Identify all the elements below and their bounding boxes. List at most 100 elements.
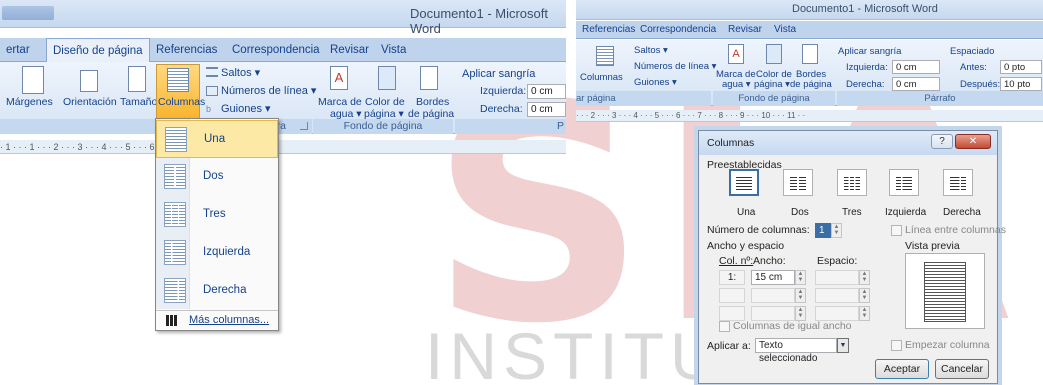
preset-derecha-icon	[950, 175, 966, 190]
derecha-columns-icon	[164, 278, 186, 303]
group-fondo-label: Fondo de página	[313, 119, 453, 134]
empezar-columna-checkbox[interactable]	[891, 340, 902, 351]
mas-columnas-label: Más columnas...	[189, 314, 270, 326]
ancho-espacio-label: Ancho y espacio	[707, 240, 785, 252]
right-aplicar-sangria-label: Aplicar sangría	[838, 46, 902, 57]
marca-agua-icon[interactable]: A	[330, 66, 348, 90]
num-columnas-spinner[interactable]: ▲ ▼	[831, 223, 842, 238]
color-pagina-button[interactable]: Color de	[365, 96, 405, 108]
columnas-dropdown: Una Dos Tres Izquierda Derecha Más colum…	[155, 118, 279, 331]
right-despues-input[interactable]: 10 pto	[1000, 77, 1042, 91]
linea-entre-checkbox[interactable]	[891, 225, 902, 236]
dropdown-item-una[interactable]: Una	[156, 120, 278, 158]
ancho-spinner-1[interactable]: ▲ ▼	[795, 270, 806, 285]
orientacion-icon[interactable]	[80, 70, 98, 92]
tamano-icon[interactable]	[128, 66, 146, 92]
color-pagina-icon[interactable]	[378, 66, 396, 90]
numeros-linea-button[interactable]: Números de línea ▾	[221, 84, 316, 97]
dropdown-item-dos[interactable]: Dos	[156, 158, 278, 196]
preset-una[interactable]	[729, 169, 759, 196]
dropdown-item-derecha[interactable]: Derecha	[156, 272, 278, 310]
preset-dos-label: Dos	[791, 207, 809, 218]
right-izquierda-label: Izquierda:	[846, 62, 888, 73]
bordes-pagina-button[interactable]: Bordes	[416, 96, 449, 108]
preset-izquierda[interactable]	[889, 169, 919, 196]
right-saltos-button[interactable]: Saltos ▾	[634, 45, 668, 56]
tab-vista[interactable]: Vista	[375, 38, 412, 62]
tab-insertar[interactable]: ertar	[0, 38, 36, 62]
margenes-icon[interactable]	[22, 66, 44, 94]
preset-tres[interactable]	[837, 169, 867, 196]
ancho-input-1[interactable]: 15 cm	[751, 270, 795, 285]
saltos-button[interactable]: Saltos ▾	[221, 66, 260, 79]
right-title-bar: Documento1 - Microsoft Word	[576, 0, 1043, 20]
right-tab-referencias[interactable]: Referencias	[576, 21, 641, 39]
dropdown-item-tres-label: Tres	[203, 208, 226, 220]
tab-correspondencia[interactable]: Correspondencia	[226, 38, 326, 62]
tamano-button[interactable]: Tamaño	[120, 96, 157, 108]
guiones-button[interactable]: Guiones ▾	[221, 102, 271, 115]
marca-agua-button[interactable]: Marca de	[318, 96, 362, 108]
tab-referencias[interactable]: Referencias	[150, 38, 223, 62]
right-espaciado-label: Espaciado	[950, 46, 995, 57]
right-tab-correspondencia[interactable]: Correspondencia	[634, 21, 722, 39]
numeros-linea-icon	[206, 86, 218, 96]
right-bordes-icon[interactable]	[802, 44, 818, 64]
right-columnas-icon[interactable]	[596, 46, 614, 66]
columnas-dialog: Columnas ? ✕ Preestablecidas Una Dos Tre…	[698, 130, 1006, 384]
dialog-launcher-icon[interactable]	[300, 122, 308, 130]
left-ribbon: Márgenes Orientación Tamaño Columnas Sal…	[0, 62, 566, 134]
right-sangria-derecha-input[interactable]: 0 cm	[892, 77, 940, 91]
right-marca-agua-button-2: agua ▾	[722, 79, 751, 90]
espacio-spinner-2: ▲ ▼	[859, 288, 870, 303]
right-tab-revisar[interactable]: Revisar	[722, 21, 768, 39]
saltos-icon	[206, 67, 218, 77]
dropdown-item-derecha-label: Derecha	[203, 284, 247, 296]
tab-diseno-pagina[interactable]: Diseño de página	[46, 38, 150, 63]
bordes-pagina-icon[interactable]	[420, 66, 438, 90]
right-sangria-izquierda-input[interactable]: 0 cm	[892, 60, 940, 74]
left-window-title: Documento1 - Microsoft Word	[410, 6, 548, 36]
right-bordes-button-2: de página	[790, 79, 832, 90]
num-columnas-input[interactable]: 1	[815, 223, 831, 238]
vista-previa-pane	[905, 253, 985, 329]
dropdown-item-dos-label: Dos	[203, 170, 224, 182]
right-columnas-button[interactable]: Columnas	[580, 72, 623, 83]
tab-revisar[interactable]: Revisar	[324, 38, 375, 62]
espacio-input-3	[815, 306, 859, 321]
col-header: Col. nº:	[719, 255, 754, 267]
close-icon: ✕	[968, 136, 978, 147]
preset-tres-label: Tres	[842, 207, 862, 218]
izquierda-columns-icon	[164, 240, 186, 265]
quick-access-toolbar-icon[interactable]	[2, 6, 54, 20]
margenes-button[interactable]: Márgenes	[6, 96, 53, 108]
sangria-izquierda-input[interactable]: 0 cm	[527, 84, 566, 99]
help-button[interactable]: ?	[931, 134, 953, 149]
igual-ancho-label: Columnas de igual ancho	[733, 320, 852, 332]
aplicar-a-select[interactable]: Texto seleccionado	[755, 338, 837, 364]
preset-derecha[interactable]	[943, 169, 973, 196]
preset-derecha-label: Derecha	[943, 207, 981, 218]
aceptar-button[interactable]: Aceptar	[875, 359, 929, 379]
right-color-pagina-icon[interactable]	[766, 44, 782, 64]
right-tab-vista[interactable]: Vista	[768, 21, 802, 39]
orientacion-button[interactable]: Orientación	[63, 96, 117, 108]
linea-entre-label: Línea entre columnas	[905, 224, 1006, 236]
dropdown-item-tres[interactable]: Tres	[156, 196, 278, 234]
empezar-columna-label: Empezar columna	[905, 339, 990, 351]
right-guiones-button[interactable]: Guiones ▾	[634, 77, 677, 88]
preset-tres-icon	[844, 175, 860, 190]
preset-dos[interactable]	[783, 169, 813, 196]
chevron-down-icon: ▼	[839, 342, 847, 349]
right-antes-label: Antes:	[960, 62, 987, 73]
right-antes-input[interactable]: 0 pto	[1000, 60, 1042, 74]
mas-columnas-item[interactable]: Más columnas...	[156, 310, 278, 330]
cancelar-button[interactable]: Cancelar	[935, 359, 989, 379]
right-numeros-linea-button[interactable]: Números de línea ▾	[634, 61, 716, 72]
aplicar-a-dropdown-button[interactable]: ▼	[837, 338, 849, 353]
preset-dos-icon	[790, 175, 806, 190]
right-marca-agua-icon[interactable]: A	[728, 44, 744, 64]
dropdown-item-izquierda[interactable]: Izquierda	[156, 234, 278, 272]
close-button[interactable]: ✕	[955, 134, 991, 149]
sangria-derecha-input[interactable]: 0 cm	[527, 102, 566, 117]
